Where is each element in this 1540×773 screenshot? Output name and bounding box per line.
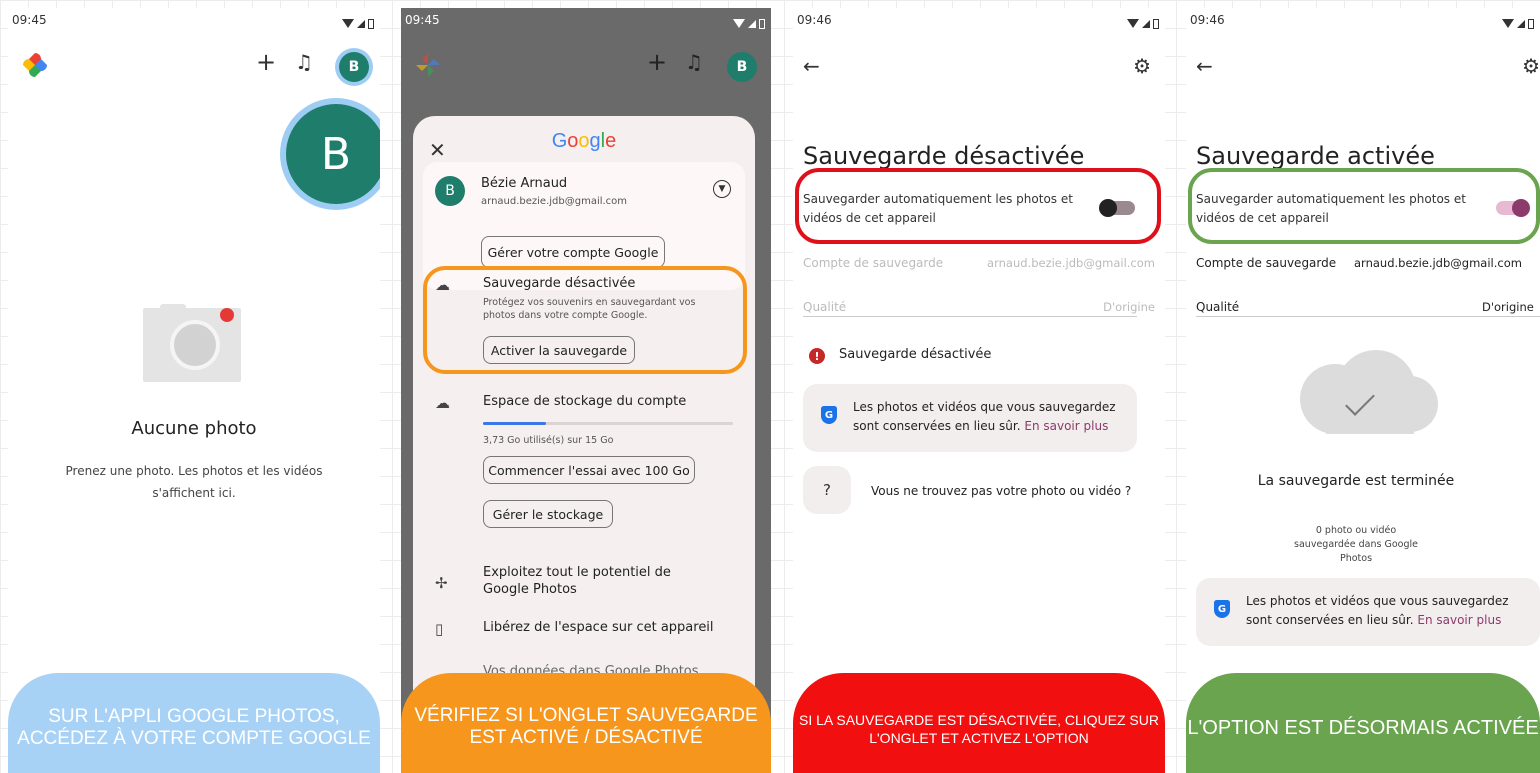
empty-state-title: Aucune photo — [131, 418, 257, 439]
empty-state-text: Prenez une photo. Les photos et les vidé… — [65, 464, 323, 500]
backup-done-title: La sauvegarde est terminée — [1257, 473, 1455, 489]
free-space-item[interactable]: Libérez de l'espace sur cet appareil — [483, 620, 714, 635]
chevron-down-icon[interactable]: ▼ — [713, 180, 731, 198]
status-bar: 09:46 — [793, 8, 1165, 34]
back-arrow-icon[interactable]: ← — [803, 54, 820, 78]
battery-icon — [1153, 18, 1159, 29]
backup-account-label: Compte de sauvegarde — [1196, 256, 1337, 270]
wifi-icon — [733, 19, 745, 28]
battery-icon — [759, 18, 765, 29]
quality-label: Qualité — [1196, 300, 1240, 314]
backup-account-value: arnaud.bezie.jdb@gmail.com — [1354, 256, 1522, 270]
manage-account-button[interactable]: Gérer votre compte Google — [481, 236, 665, 268]
gear-icon[interactable]: ⚙ — [1133, 54, 1151, 78]
google-logo: Google — [551, 130, 617, 152]
storage-progress-bar — [483, 422, 733, 425]
google-photos-logo-icon — [416, 53, 440, 77]
quality-value: D'origine — [1482, 300, 1534, 314]
toggle-highlight-box — [1188, 168, 1540, 244]
status-bar: 09:45 — [8, 8, 380, 34]
screen-backup-off: 09:46 ← ⚙ Sauvegarde désactivée Sauvegar… — [793, 8, 1165, 773]
toggle-highlight-box — [795, 168, 1161, 244]
backup-account-value: arnaud.bezie.jdb@gmail.com — [987, 256, 1155, 270]
wifi-icon — [1127, 19, 1139, 28]
status-bar: 09:46 — [1186, 8, 1540, 34]
status-bar: 09:45 — [401, 8, 771, 34]
signal-icon — [1517, 19, 1525, 28]
storage-title: Espace de stockage du compte — [483, 394, 687, 409]
step-caption: VÉRIFIEZ SI L'ONGLET SAUVEGARDE EST ACTI… — [401, 673, 771, 773]
phone-check-icon: ▯ — [435, 620, 444, 638]
account-avatar[interactable]: B — [727, 52, 757, 82]
info-text: Les photos et vidéos que vous sauvegarde… — [853, 398, 1123, 436]
quality-label: Qualité — [803, 300, 847, 314]
signal-icon — [357, 19, 365, 28]
signal-icon — [748, 19, 756, 28]
pinwheel-outline-icon: ✢ — [435, 574, 448, 592]
step-caption: L'OPTION EST DÉSORMAIS ACTIVÉE — [1186, 673, 1540, 773]
account-name: Bézie Arnaud — [481, 176, 568, 191]
status-time: 09:46 — [797, 13, 832, 27]
add-icon[interactable]: + — [647, 48, 667, 76]
bell-icon[interactable]: ♫ — [685, 50, 703, 74]
info-card: G Les photos et vidéos que vous sauvegar… — [803, 384, 1137, 452]
help-icon[interactable]: ? — [803, 466, 851, 514]
screen-photos-home: 09:45 + ♫ B B Aucune photo Prenez une ph… — [8, 8, 380, 773]
storage-used-text: 3,73 Go utilisé(s) sur 15 Go — [483, 435, 614, 446]
error-icon: ! — [809, 348, 825, 364]
manage-storage-button[interactable]: Gérer le stockage — [483, 500, 613, 528]
step-caption: SI LA SAUVEGARDE EST DÉSACTIVÉE, CLIQUEZ… — [793, 673, 1165, 773]
learn-more-link[interactable]: En savoir plus — [1024, 419, 1108, 433]
quality-value: D'origine — [1103, 300, 1155, 314]
back-arrow-icon[interactable]: ← — [1196, 54, 1213, 78]
status-icons — [342, 13, 374, 34]
account-avatar: B — [435, 176, 465, 206]
divider — [1196, 316, 1540, 317]
camera-illustration-lens — [170, 320, 220, 370]
status-time: 09:45 — [405, 13, 440, 27]
step-caption: SUR L'APPLI GOOGLE PHOTOS, ACCÉDEZ À VOT… — [8, 673, 380, 773]
status-time: 09:46 — [1190, 13, 1225, 27]
page-title: Sauvegarde activée — [1196, 142, 1435, 170]
account-avatar-zoom: B — [286, 104, 380, 204]
battery-icon — [1528, 18, 1534, 29]
storage-progress-fill — [483, 422, 546, 425]
bell-icon[interactable]: ♫ — [295, 50, 313, 74]
wifi-icon — [342, 19, 354, 28]
gear-icon[interactable]: ⚙ — [1522, 54, 1540, 78]
signal-icon — [1142, 19, 1150, 28]
cloud-icon: ☁ — [435, 394, 450, 412]
status-icons — [1127, 13, 1159, 34]
status-icons — [1502, 13, 1534, 34]
status-time: 09:45 — [12, 13, 47, 27]
backup-done-subtitle: 0 photo ou vidéo sauvegardée dans Google… — [1294, 525, 1418, 564]
add-icon[interactable]: + — [256, 48, 276, 76]
start-trial-button[interactable]: Commencer l'essai avec 100 Go — [483, 456, 695, 484]
shield-icon: G — [1214, 600, 1230, 618]
google-photos-logo-icon — [23, 53, 47, 77]
info-card: G Les photos et vidéos que vous sauvegar… — [1196, 578, 1540, 646]
shield-icon: G — [821, 406, 837, 424]
explore-potential-item[interactable]: Exploitez tout le potentiel de Google Ph… — [483, 564, 683, 598]
backup-highlight-box — [423, 266, 747, 374]
account-email: arnaud.bezie.jdb@gmail.com — [481, 196, 628, 207]
screen-backup-on: 09:46 ← ⚙ Sauvegarde activée Sauvegarder… — [1186, 8, 1540, 773]
backup-account-label: Compte de sauvegarde — [803, 256, 944, 270]
screen-account-sheet: 09:45 + ♫ B ✕ Google B Bézie Arnaud arna… — [401, 8, 771, 773]
divider — [803, 316, 1137, 317]
page-title: Sauvegarde désactivée — [803, 142, 1085, 170]
wifi-icon — [1502, 19, 1514, 28]
account-avatar[interactable]: B — [339, 52, 369, 82]
help-text[interactable]: Vous ne trouvez pas votre photo ou vidéo… — [871, 482, 1131, 501]
battery-icon — [368, 18, 374, 29]
backup-status-label: Sauvegarde désactivée — [839, 347, 992, 362]
camera-illustration-dot — [220, 308, 234, 322]
learn-more-link[interactable]: En savoir plus — [1417, 613, 1501, 627]
info-text: Les photos et vidéos que vous sauvegarde… — [1246, 592, 1516, 630]
status-icons — [733, 13, 765, 34]
